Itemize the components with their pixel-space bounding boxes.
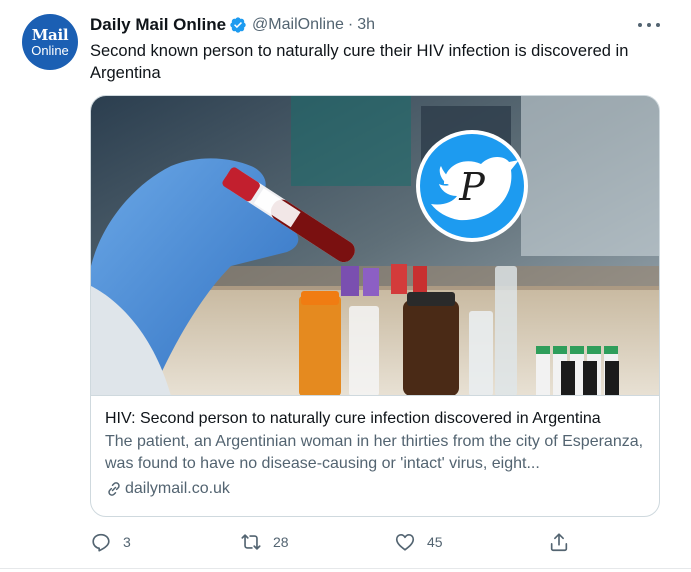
reply-count: 3 [123,534,131,550]
link-icon [108,482,120,496]
lab-photo-illustration: P [91,96,659,395]
retweet-button[interactable]: 28 [240,528,289,556]
card-domain[interactable]: dailymail.co.uk [105,478,651,500]
card-title[interactable]: HIV: Second person to naturally cure inf… [105,408,651,430]
tweet[interactable]: Mail Online Daily Mail Online @MailOnlin… [0,0,691,572]
handle[interactable]: @MailOnline [252,16,344,34]
verified-badge-icon [230,17,246,33]
share-button[interactable] [548,528,570,556]
separator-dot: · [347,16,354,33]
more-options-icon[interactable] [638,16,660,34]
avatar-logo-line2: Online [31,42,69,58]
display-name[interactable]: Daily Mail Online [90,15,226,35]
reply-icon [92,533,110,552]
overlay-letter: P [458,165,486,209]
avatar[interactable]: Mail Online [22,14,78,70]
divider [0,568,691,569]
heart-icon [395,534,415,551]
card-body: HIV: Second person to naturally cure inf… [105,408,651,500]
link-card[interactable]: P HIV: Second person to naturally cure i… [90,95,660,517]
like-button[interactable]: 45 [394,528,443,556]
card-description: The patient, an Argentinian woman in her… [105,433,644,472]
timestamp[interactable]: 3h [357,16,375,34]
share-icon [550,533,568,552]
retweet-count: 28 [273,534,289,550]
card-domain-text: dailymail.co.uk [125,480,230,497]
tweet-actions: 3 28 45 [90,528,580,556]
tweet-header: Daily Mail Online @MailOnline · 3h [90,14,375,36]
tweet-text: Second known person to naturally cure th… [90,42,629,82]
reply-button[interactable]: 3 [90,528,131,556]
avatar-logo-line1: Mail [31,25,69,44]
retweet-icon [241,534,261,550]
like-count: 45 [427,534,443,550]
card-image[interactable]: P [91,96,659,396]
